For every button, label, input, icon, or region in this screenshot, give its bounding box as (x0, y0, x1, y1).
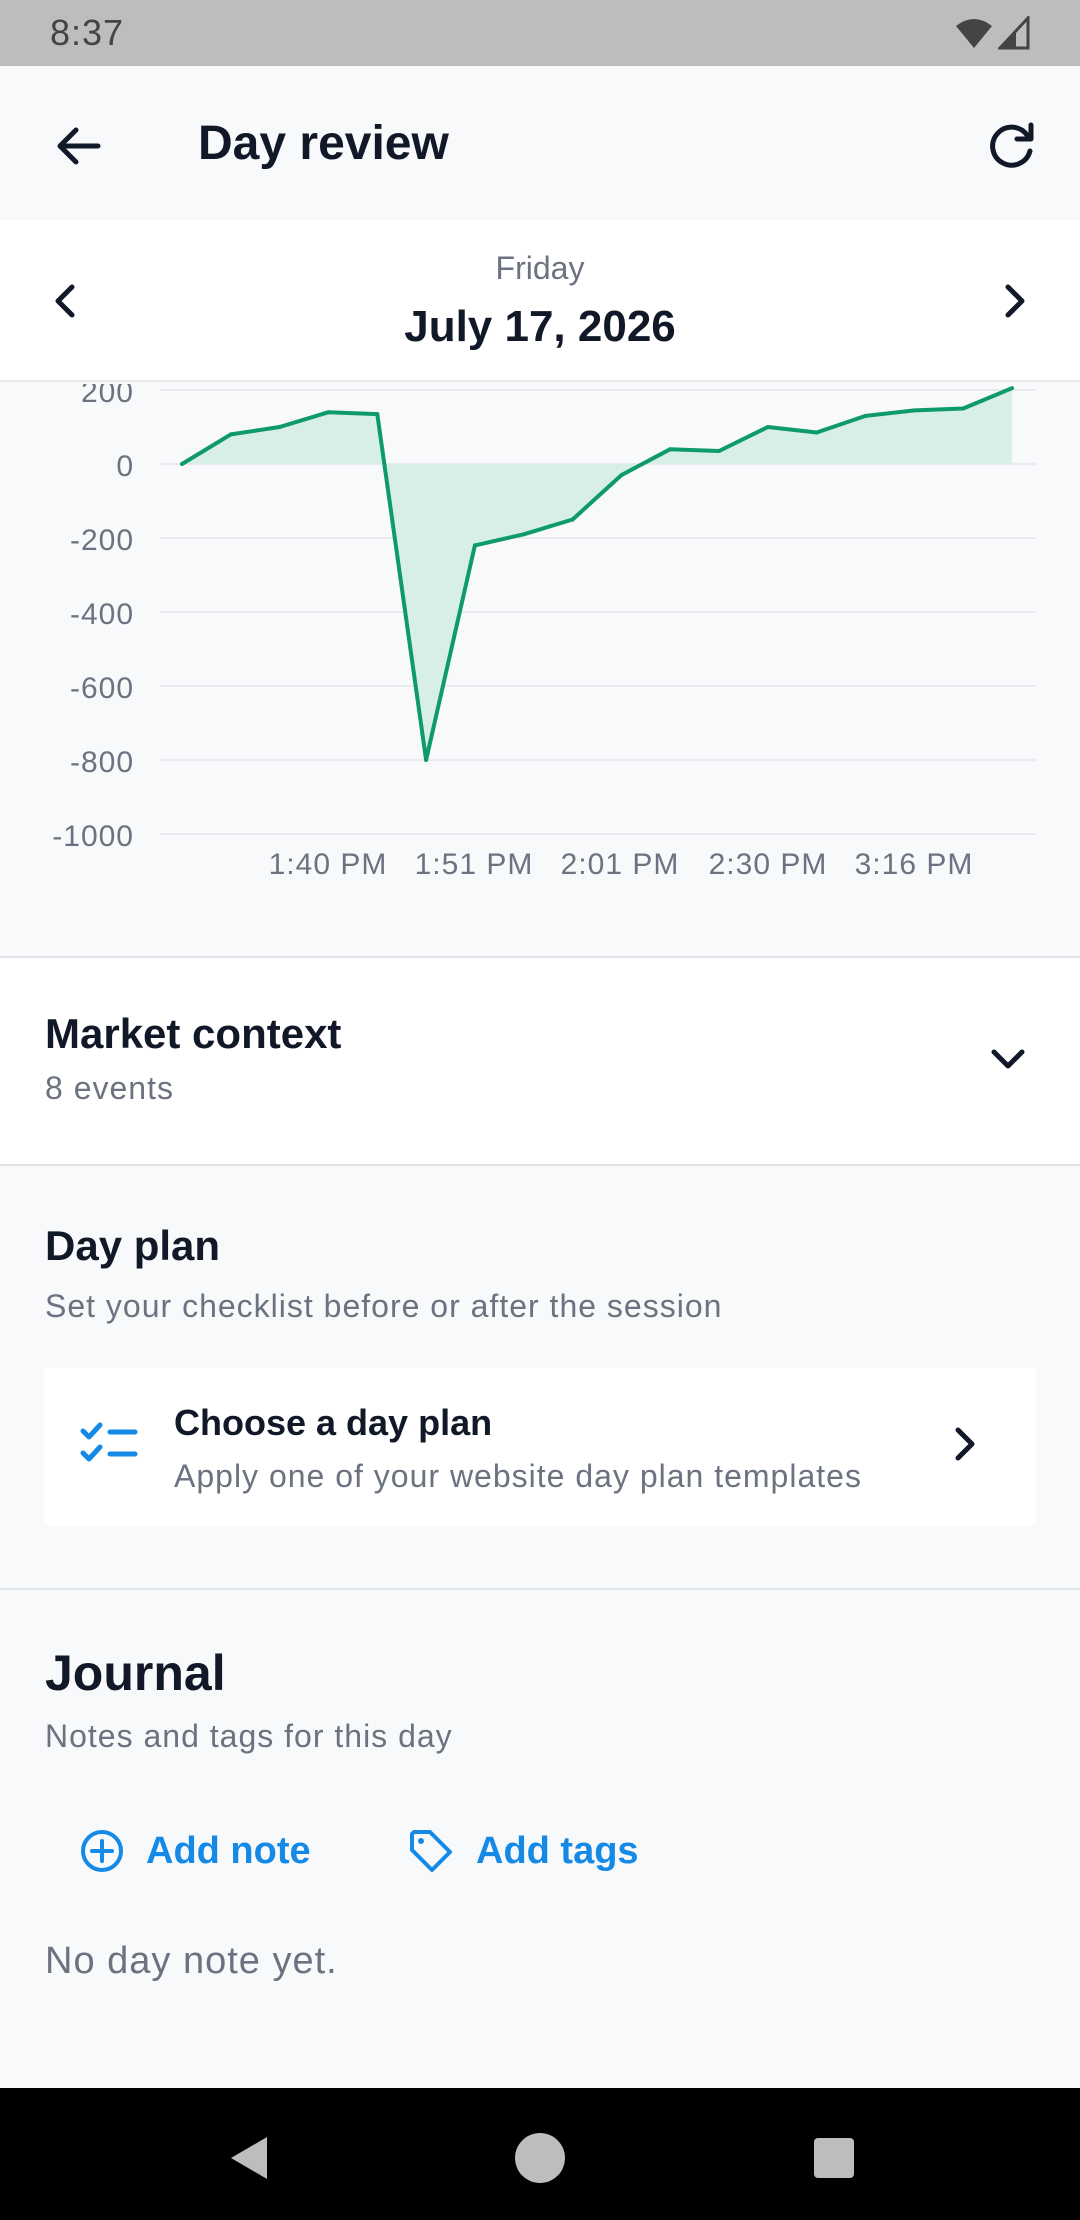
chart-x-tick-label: 1:51 PM (415, 848, 534, 881)
tag-icon (410, 1830, 452, 1872)
add-circle-icon (81, 1830, 123, 1872)
chevron-right-icon (955, 1427, 975, 1461)
system-navigation-bar (0, 2088, 1080, 2220)
chart-point (277, 425, 282, 429)
pnl-chart-svg: 200 0 -200 -400 -600 -800 -1000 1:40 PM 1:51 PM 2… (52, 384, 1036, 881)
add-note-label: Add note (146, 1829, 311, 1872)
date-weekday: Friday (495, 250, 585, 286)
day-plan-card-subtitle: Apply one of your website day plan templ… (174, 1458, 862, 1494)
nav-recents-button[interactable] (794, 2118, 874, 2198)
chart-x-tick-label: 2:01 PM (561, 848, 680, 881)
day-plan-subtitle: Set your checklist before or after the s… (45, 1288, 723, 1324)
back-button[interactable] (42, 110, 114, 182)
choose-day-plan-button[interactable]: Choose a day plan Apply one of your webs… (44, 1368, 1036, 1526)
empty-note-text: No day note yet. (45, 1940, 338, 1982)
chart-point (668, 447, 673, 452)
chart-point (619, 473, 624, 478)
chart-point (570, 517, 575, 522)
market-context-count: 8 events (45, 1070, 174, 1106)
divider (0, 1588, 1080, 1590)
chart-x-tick-label: 1:40 PM (269, 848, 388, 881)
page-title: Day review (198, 117, 449, 170)
chart-y-tick-label: -1000 (52, 820, 134, 853)
date-navigator: Friday July 17, 2026 (0, 220, 1080, 382)
date-label: July 17, 2026 (404, 302, 676, 351)
market-context-card[interactable]: Market context 8 events (0, 958, 1080, 1164)
chart-y-tick-label: -600 (70, 672, 134, 705)
chart-point (814, 430, 819, 435)
journal-title: Journal (45, 1645, 226, 1701)
signal-icon (998, 16, 1030, 50)
status-bar: 8:37 (0, 0, 1080, 66)
chart-point (912, 408, 917, 413)
chart-point (863, 413, 868, 418)
wifi-icon (956, 19, 992, 48)
app-bar: Day review (0, 66, 1080, 220)
nav-back-button[interactable] (208, 2118, 288, 2198)
chart-y-tick-label: -400 (70, 598, 134, 631)
chart-point (717, 449, 722, 454)
chart-y-tick-label: -200 (70, 524, 134, 557)
status-icons (954, 16, 1032, 50)
chart-point (180, 462, 184, 466)
add-tags-label: Add tags (476, 1829, 639, 1872)
chart-x-tick-label: 3:16 PM (855, 848, 974, 881)
chart-point (961, 406, 966, 411)
add-note-button[interactable]: Add note (80, 1818, 311, 1884)
status-time: 8:37 (50, 12, 125, 53)
chart-x-tick-label: 2:30 PM (709, 848, 828, 881)
next-day-button[interactable] (980, 266, 1050, 336)
chart-point (765, 425, 770, 429)
chart-y-tick-label: -800 (70, 746, 134, 779)
chart-point (228, 432, 233, 437)
chart-y-tick-label: 0 (116, 450, 134, 483)
divider (0, 1164, 1080, 1166)
chart-point (424, 758, 429, 762)
pnl-chart: 200 0 -200 -400 -600 -800 -1000 1:40 PM 1:51 PM 2… (0, 384, 1080, 956)
nav-home-icon (515, 2133, 565, 2183)
add-tags-button[interactable]: Add tags (408, 1818, 639, 1884)
day-plan-card-title: Choose a day plan (174, 1402, 493, 1443)
day-plan-title: Day plan (45, 1222, 221, 1269)
nav-recents-icon (814, 2138, 854, 2178)
chart-point (521, 532, 526, 537)
market-context-title: Market context (45, 1010, 342, 1057)
chart-point (1010, 386, 1014, 391)
chevron-down-icon[interactable] (988, 1040, 1028, 1080)
nav-back-icon (231, 2137, 267, 2179)
chart-point (472, 543, 477, 548)
journal-subtitle: Notes and tags for this day (45, 1718, 453, 1754)
chart-y-tick-label: 200 (81, 384, 134, 409)
chevron-right-icon (1005, 284, 1025, 318)
chart-area-fill (182, 388, 1012, 760)
nav-home-button[interactable] (500, 2118, 580, 2198)
refresh-button[interactable] (976, 110, 1048, 182)
chart-point (375, 412, 380, 417)
checklist-icon (80, 1422, 138, 1462)
back-arrow-icon (57, 127, 101, 165)
chart-point (326, 410, 331, 415)
refresh-icon (990, 122, 1034, 168)
